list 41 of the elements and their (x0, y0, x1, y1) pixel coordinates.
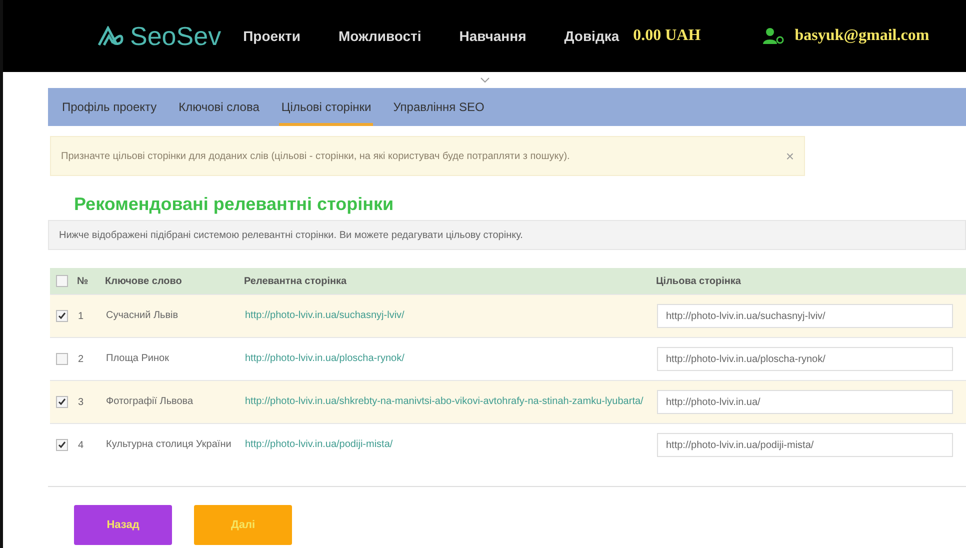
info-text: Нижче відображені підібрані системою релевантні сторінки. Ви можете редагувати цільову сторінку. (59, 230, 523, 240)
page-link[interactable]: http://photo-lviv.in.ua/podiji-mista/ (245, 438, 653, 452)
keyword: Площа Ринок (106, 353, 169, 364)
row-number: 2 (78, 354, 84, 364)
checkbox[interactable] (56, 439, 68, 451)
tab[interactable]: Профіль проекту (60, 88, 159, 126)
target-url-field[interactable]: http://photo-lviv.in.ua/ (657, 390, 953, 414)
tab[interactable]: Цільові сторінки (279, 88, 374, 126)
nav-link[interactable]: Довідка (564, 28, 620, 44)
keyword: Сучасний Львів (106, 310, 178, 322)
checkbox[interactable] (56, 310, 68, 322)
nav-link[interactable]: Навчання (459, 28, 526, 44)
checkbox[interactable] (56, 396, 68, 408)
checkbox[interactable] (56, 275, 68, 287)
target-url-field[interactable]: http://photo-lviv.in.ua/ploscha-rynok/ (657, 347, 953, 371)
column-header: Ключове слово (105, 276, 182, 286)
target-url-field[interactable]: http://photo-lviv.in.ua/podiji-mista/ (657, 433, 953, 457)
back-button[interactable]: Назад (74, 505, 172, 545)
tab[interactable]: Управління SEO (391, 88, 486, 126)
logo-icon (98, 26, 124, 46)
alert-text: Призначте цільові сторінки для доданих слів (цільові - сторінки, на які користувач буде потрапляти з пошуку). (61, 150, 570, 162)
balance: 0.00 UAH (633, 27, 701, 45)
column-header: Цільова сторінка (656, 276, 741, 286)
page-link[interactable]: http://photo-lviv.in.ua/ploscha-rynok/ (245, 352, 653, 366)
user-icon (762, 28, 785, 44)
user-email[interactable]: basyuk@gmail.com (794, 27, 930, 45)
row-number: 4 (78, 440, 84, 450)
nav-link[interactable]: Проекти (243, 28, 300, 44)
checkbox[interactable] (56, 353, 68, 365)
keyword: Культурна столиця України (106, 439, 232, 450)
row-number: 3 (78, 396, 84, 408)
row-number: 1 (78, 310, 84, 322)
nav-link[interactable]: Можливості (338, 28, 422, 44)
column-header: Релевантна сторінка (244, 276, 347, 286)
logo-text[interactable]: SeoSev (130, 20, 222, 52)
target-url-field[interactable]: http://photo-lviv.in.ua/suchasnyj-lviv/ (657, 304, 953, 328)
caret-icon[interactable] (480, 77, 490, 83)
section-heading: Рекомендовані релевантні сторінки (74, 194, 395, 216)
tab[interactable]: Ключові слова (176, 88, 262, 126)
keyword: Фотографії Львова (106, 396, 194, 408)
column-header: № (77, 276, 88, 286)
